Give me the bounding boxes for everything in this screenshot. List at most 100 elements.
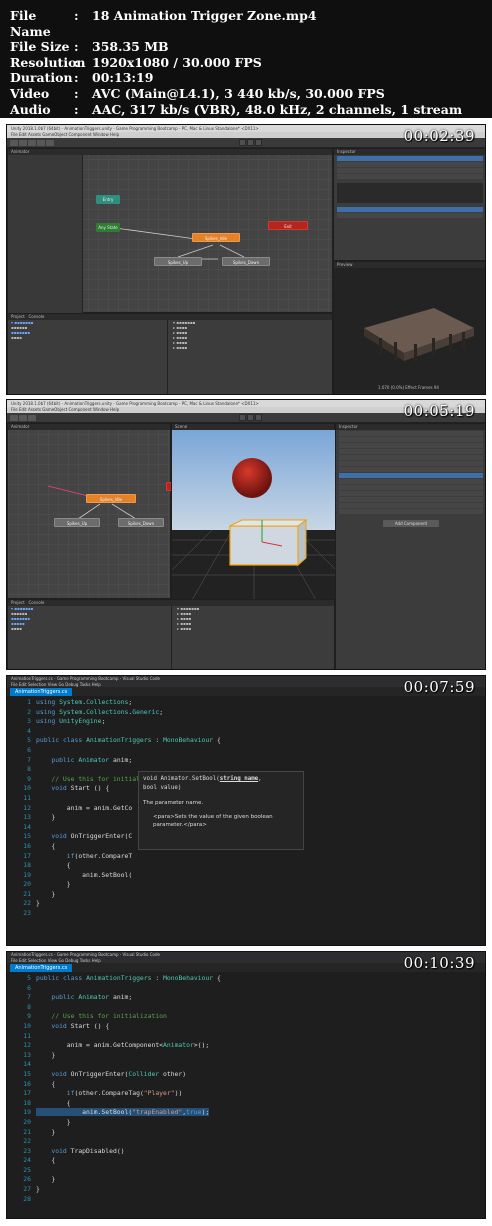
code-line[interactable]: 3 using UnityEngine;	[7, 717, 485, 727]
code-line[interactable]: 22	[7, 1137, 485, 1147]
code-line[interactable]: 4	[7, 727, 485, 737]
project-panel[interactable]: Project Console ▾ ▪▪▪▪▪▪▪ ▪▪▪▪▪▪ ▪▪▪▪▪▪▪…	[7, 313, 333, 394]
state-entry[interactable]: Entry	[96, 195, 120, 204]
hand-tool-button[interactable]	[10, 140, 18, 146]
rotate-tool-button[interactable]	[28, 140, 36, 146]
add-component-button[interactable]: Add Component	[383, 520, 439, 527]
code-line[interactable]: 20 }	[7, 880, 485, 890]
state-spikes-down[interactable]: Spikes_Down	[222, 257, 270, 266]
code-text: }	[51, 1127, 56, 1136]
state-spikes-idle[interactable]: Spikes_Idle	[192, 233, 240, 242]
code-line[interactable]: 18 {	[7, 861, 485, 871]
rect-tool-button[interactable]	[46, 140, 54, 146]
frame-1-unity-animator: Unity 2018.1.0b7 (64bit) - AnimationTrig…	[6, 124, 486, 395]
state-any[interactable]: Any State	[96, 223, 120, 232]
sig-line2: bool value)	[143, 785, 182, 791]
code-line[interactable]: 5 public class AnimationTriggers : MonoBe…	[7, 736, 485, 746]
code-line[interactable]: 19 anim.SetBool(	[7, 871, 485, 881]
line-number: 15	[23, 832, 31, 841]
frame-3-code-editor: AnimationTriggers.cs - Game Programming …	[6, 675, 486, 946]
line-number: 11	[23, 1031, 31, 1040]
scale-tool-button[interactable]	[37, 140, 45, 146]
code-text: public Animator anim;	[51, 755, 133, 764]
tab-inspector[interactable]: Inspector	[334, 149, 485, 155]
code-line[interactable]: 18 {	[7, 1099, 485, 1109]
state-spikes-up[interactable]: Spikes_Up	[154, 257, 202, 266]
code-line[interactable]: 27}	[7, 1185, 485, 1195]
move-tool-button[interactable]	[19, 415, 27, 421]
code-area[interactable]: 5 public class AnimationTriggers : MonoBe…	[7, 974, 485, 1218]
code-line[interactable]: 5 public class AnimationTriggers : MonoBe…	[7, 974, 485, 984]
code-line[interactable]: 15 void OnTriggerEnter(Collider other)	[7, 1070, 485, 1080]
code-line[interactable]: 23 void TrapDisabled()	[7, 1147, 485, 1157]
code-line[interactable]: 1 using System.Collections;	[7, 698, 485, 708]
code-line[interactable]: 7 public Animator anim;	[7, 993, 485, 1003]
animator-panel[interactable]: Animator Entry Any State Spikes_Idle Exi…	[7, 148, 333, 313]
timeline[interactable]	[337, 183, 483, 203]
info-row: Video: AVC (Main@L4.1), 3 440 kb/s, 30.00…	[10, 86, 492, 102]
code-line[interactable]: 7 public Animator anim;	[7, 756, 485, 766]
code-line[interactable]: 28	[7, 1195, 485, 1205]
info-key: Duration	[10, 70, 73, 86]
code-line[interactable]: 9 // Use this for initialization	[7, 1012, 485, 1022]
state-spikes-idle[interactable]: Spikes_Idle	[86, 494, 136, 503]
line-number: 19	[23, 1108, 31, 1117]
code-line[interactable]: 10 void Start () {	[7, 1022, 485, 1032]
code-line[interactable]: 16 {	[7, 1080, 485, 1090]
code-line[interactable]: 22}	[7, 899, 485, 909]
code-line[interactable]: 17 if(other.CompareTag("Player"))	[7, 1089, 485, 1099]
code-line[interactable]: 26 }	[7, 1175, 485, 1185]
code-line[interactable]: 6	[7, 984, 485, 994]
rotate-tool-button[interactable]	[28, 415, 36, 421]
step-button[interactable]	[255, 139, 262, 146]
code-line[interactable]: 24 {	[7, 1156, 485, 1166]
hand-tool-button[interactable]	[10, 415, 18, 421]
inspector-panel[interactable]: Inspector	[333, 148, 485, 261]
code-text: void TrapDisabled()	[51, 1146, 125, 1155]
code-line[interactable]: 6	[7, 746, 485, 756]
code-line[interactable]: 21 }	[7, 1128, 485, 1138]
code-line[interactable]: 8	[7, 1003, 485, 1013]
preview-panel[interactable]: Preview 1.070 (0.0%) Effect Frames 94	[333, 261, 485, 394]
code-text: {	[51, 1156, 56, 1165]
project-panel[interactable]: Project Console ▾ ▪▪▪▪▪▪▪ ▪▪▪▪▪▪ ▪▪▪▪▪▪▪…	[7, 599, 335, 669]
play-button[interactable]	[239, 414, 246, 421]
code-line[interactable]: 20 }	[7, 1118, 485, 1128]
code-line[interactable]: 19 anim.SetBool("trapEnabled",true);	[7, 1108, 485, 1118]
pause-button[interactable]	[247, 414, 254, 421]
play-button[interactable]	[239, 139, 246, 146]
state-exit[interactable]: Exit	[268, 221, 308, 230]
line-number: 5	[27, 974, 31, 982]
scene-view[interactable]: Scene	[141, 423, 367, 601]
inspector-row	[339, 491, 483, 496]
code-line[interactable]: 21 }	[7, 890, 485, 900]
line-number: 13	[23, 813, 31, 822]
state-spikes-down[interactable]: Spikes_Down	[118, 518, 164, 527]
inspector-panel[interactable]: Inspector Add Component	[335, 423, 485, 669]
code-line[interactable]: 2 using System.Collections.Generic;	[7, 708, 485, 718]
code-line[interactable]: 25	[7, 1166, 485, 1176]
code-line[interactable]: 13 }	[7, 1051, 485, 1061]
move-tool-button[interactable]	[19, 140, 27, 146]
state-spikes-up[interactable]: Spikes_Up	[54, 518, 100, 527]
line-number: 12	[23, 1041, 31, 1050]
pause-button[interactable]	[247, 139, 254, 146]
frame-2-unity-scene: Unity 2018.1.0b7 (64bit) - AnimationTrig…	[6, 399, 486, 670]
trigger-cube[interactable]	[229, 525, 299, 566]
code-text: }	[36, 1185, 40, 1194]
tab-animationtriggers[interactable]: AnimationTriggers.cs	[10, 964, 73, 972]
code-line[interactable]: 17 if(other.CompareT	[7, 852, 485, 862]
line-number: 28	[23, 1194, 31, 1203]
timestamp: 00:10:39	[403, 954, 475, 972]
code-line[interactable]: 12 anim = anim.GetComponent<Animator>();	[7, 1041, 485, 1051]
code-text: void OnTriggerEnter(C	[51, 832, 133, 841]
code-line[interactable]: 14	[7, 1060, 485, 1070]
animator-panel[interactable]: Animator Spikes_Idle Spikes_Up Spikes_Do…	[7, 423, 174, 599]
red-ball[interactable]	[232, 458, 272, 498]
tab-animationtriggers[interactable]: AnimationTriggers.cs	[10, 688, 73, 696]
code-line[interactable]: 23	[7, 909, 485, 919]
step-button[interactable]	[255, 414, 262, 421]
info-separator: :	[74, 39, 79, 55]
tab-inspector[interactable]: Inspector	[336, 424, 485, 430]
code-line[interactable]: 11	[7, 1032, 485, 1042]
